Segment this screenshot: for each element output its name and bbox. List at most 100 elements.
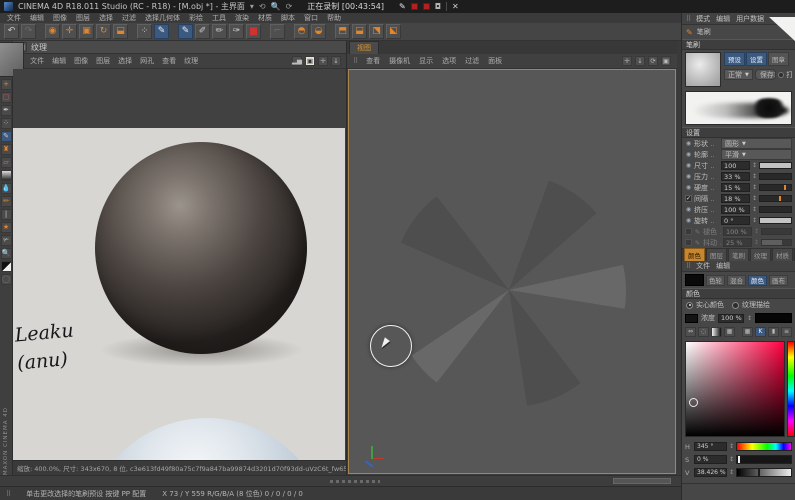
- fg-bg-swatch[interactable]: [1, 261, 12, 272]
- search-icon[interactable]: 🔍: [271, 3, 281, 11]
- spacing-checkbox[interactable]: ✓: [685, 195, 692, 202]
- sv-cursor[interactable]: [689, 398, 698, 407]
- spacing-slider[interactable]: [759, 195, 792, 202]
- magnify-icon[interactable]: 🔍: [1, 248, 12, 259]
- viewport-canvas[interactable]: [348, 69, 676, 474]
- save-brush-button[interactable]: 保存笔刷: [755, 69, 776, 80]
- jitter-checkbox[interactable]: [685, 239, 692, 246]
- histogram-icon[interactable]: ▂▅: [292, 56, 302, 66]
- attr-menu-mode[interactable]: 模式: [696, 14, 710, 24]
- tab-presets[interactable]: 预设: [724, 52, 745, 66]
- cube-front-icon[interactable]: ⬓: [352, 24, 367, 39]
- anim-dot-icon[interactable]: ◉: [685, 151, 692, 158]
- add-layer-icon[interactable]: +: [1, 79, 12, 90]
- menu-paint[interactable]: 彩绘: [189, 13, 203, 23]
- rotation-value[interactable]: 0 °: [721, 216, 750, 225]
- tab-stamp[interactable]: 图章: [768, 52, 789, 66]
- panel-grip[interactable]: ⠿: [686, 262, 690, 270]
- section-brush[interactable]: 笔刷: [682, 39, 795, 50]
- hue-value[interactable]: 345 °: [694, 442, 727, 451]
- paint-3d-icon[interactable]: ✎: [154, 24, 169, 39]
- tex-menu-layer[interactable]: 图层: [96, 56, 110, 66]
- brush-option-checkbox[interactable]: [778, 72, 784, 78]
- blend-mode-dropdown[interactable]: 正常▼: [724, 69, 753, 80]
- attr-menu-edit[interactable]: 编辑: [716, 14, 730, 24]
- vp-menu-panel[interactable]: 面板: [488, 56, 502, 66]
- hue-strip[interactable]: [787, 341, 795, 437]
- list-icon[interactable]: ≡: [781, 327, 792, 337]
- pencil-icon[interactable]: ✏: [1, 196, 12, 207]
- wheel-icon[interactable]: ◌: [698, 327, 709, 337]
- live-selection-icon[interactable]: ◉: [45, 24, 60, 39]
- radio-texture-paint[interactable]: 纹理描绘: [732, 300, 770, 310]
- move-icon[interactable]: ✛: [62, 24, 77, 39]
- refresh-icon[interactable]: ⟳: [286, 3, 293, 11]
- menu-layer[interactable]: 图层: [76, 13, 90, 23]
- fade-checkbox[interactable]: [685, 228, 692, 235]
- spinner-icon[interactable]: ↕: [729, 456, 734, 463]
- hardness-value[interactable]: 15 %: [721, 183, 750, 192]
- shape-dropdown[interactable]: 圆形▼: [721, 138, 792, 149]
- lock-axis-icon[interactable]: ⬓: [113, 24, 128, 39]
- reference-image[interactable]: Leaku (anu): [13, 128, 345, 460]
- pressure-value[interactable]: 33 %: [721, 172, 750, 181]
- menu-filter[interactable]: 过滤: [122, 13, 136, 23]
- brush-line-icon[interactable]: ✐: [195, 24, 210, 39]
- spinner-icon[interactable]: ↕: [754, 239, 759, 246]
- section-color[interactable]: 颜色: [682, 288, 795, 299]
- menu-script[interactable]: 脚本: [281, 13, 295, 23]
- menu-help[interactable]: 帮助: [327, 13, 341, 23]
- compact-icon[interactable]: ⇔: [685, 327, 696, 337]
- spinner-icon[interactable]: ↕: [729, 443, 734, 450]
- hardness-slider[interactable]: [759, 184, 792, 191]
- bar-icon[interactable]: ▮: [768, 327, 779, 337]
- mode-wheel[interactable]: 色轮: [706, 275, 725, 286]
- spinner-icon[interactable]: ↕: [752, 184, 757, 191]
- anim-dot-icon[interactable]: ◉: [685, 140, 692, 147]
- cube-iso-icon[interactable]: ⬕: [386, 24, 401, 39]
- jitter-slider[interactable]: [761, 239, 792, 246]
- rect-select-icon[interactable]: ▢: [1, 92, 12, 103]
- mask-circle-icon[interactable]: ◯: [1, 274, 12, 285]
- view-rotate-icon[interactable]: ⟳: [648, 56, 658, 66]
- tex-menu-edit[interactable]: 编辑: [52, 56, 66, 66]
- sync-icon[interactable]: ⟲: [259, 3, 266, 11]
- vp-menu-display[interactable]: 显示: [419, 56, 433, 66]
- pressure-slider[interactable]: [759, 173, 792, 180]
- undo-icon[interactable]: ↶: [4, 24, 19, 39]
- saturation-value[interactable]: 0 %: [694, 455, 727, 464]
- spinner-icon[interactable]: ↕: [729, 469, 734, 476]
- magic-wand-icon[interactable]: ⁘: [1, 118, 12, 129]
- color-menu-file[interactable]: 文件: [696, 261, 710, 271]
- anim-dot-icon[interactable]: ◉: [685, 217, 692, 224]
- spinner-icon[interactable]: ↕: [752, 173, 757, 180]
- size-slider[interactable]: [759, 162, 792, 169]
- menu-material[interactable]: 材质: [258, 13, 272, 23]
- redo-icon[interactable]: ↷: [21, 24, 36, 39]
- tab-colors[interactable]: 颜色: [684, 248, 705, 261]
- spinner-icon[interactable]: ↕: [747, 315, 752, 322]
- spinner-icon[interactable]: ↕: [752, 162, 757, 169]
- picture-icon[interactable]: ▦: [724, 327, 735, 337]
- tab-settings[interactable]: 设置: [746, 52, 767, 66]
- swatch-grid-icon[interactable]: ▦: [742, 327, 753, 337]
- uv-sphere2-icon[interactable]: ◒: [311, 24, 326, 39]
- texture-canvas[interactable]: Leaku (anu): [13, 69, 346, 460]
- squeeze-slider[interactable]: [759, 206, 792, 213]
- menu-select[interactable]: 选择: [99, 13, 113, 23]
- saturation-slider[interactable]: [736, 455, 792, 464]
- model-sphere[interactable]: [392, 173, 626, 407]
- snap-icon[interactable]: ⁘: [137, 24, 152, 39]
- color-menu-edit[interactable]: 编辑: [716, 261, 730, 271]
- close-icon[interactable]: ✕: [446, 2, 459, 11]
- vp-menu-cameras[interactable]: 摄像机: [389, 56, 410, 66]
- rotation-slider[interactable]: [759, 217, 792, 224]
- menu-edit[interactable]: 编辑: [30, 13, 44, 23]
- density-gradient-bar[interactable]: [755, 313, 792, 323]
- density-swatch[interactable]: [685, 314, 698, 323]
- view-maximize-icon[interactable]: ▣: [661, 56, 671, 66]
- current-color-swatch[interactable]: [685, 274, 704, 286]
- falloff-dropdown[interactable]: 平滑▼: [721, 149, 792, 160]
- spacing-value[interactable]: 18 %: [721, 194, 750, 203]
- vp-menu-filter[interactable]: 过滤: [465, 56, 479, 66]
